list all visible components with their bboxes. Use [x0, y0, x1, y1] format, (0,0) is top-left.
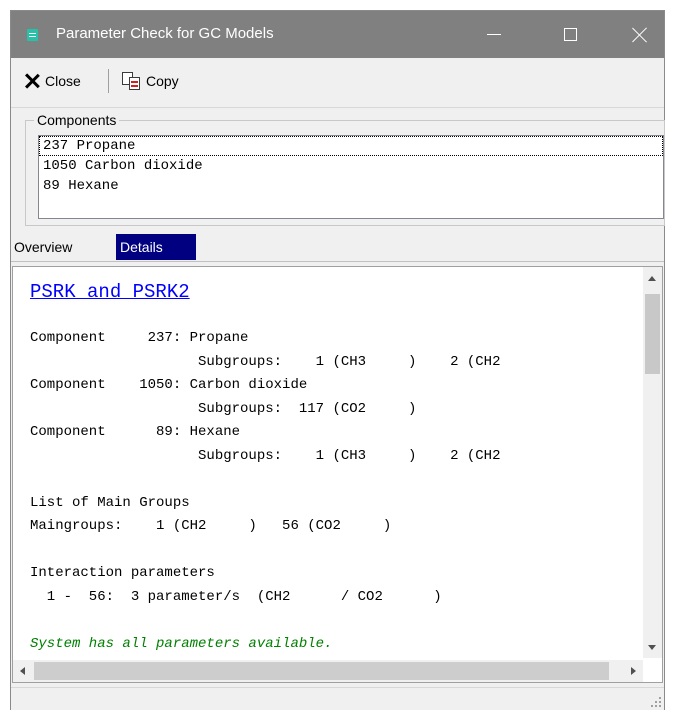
minimize-button[interactable]	[471, 11, 517, 58]
detail-line: 1 - 56: 3 parameter/s (CH2 / CO2 )	[30, 589, 442, 605]
list-item[interactable]: 1050 Carbon dioxide	[39, 156, 663, 176]
maximize-button[interactable]	[547, 11, 593, 58]
x-icon	[24, 73, 40, 89]
detail-line: Maingroups: 1 (CH2 ) 56 (CO2 )	[30, 518, 392, 534]
resize-grip-icon[interactable]	[651, 697, 661, 707]
close-icon	[632, 27, 648, 43]
scroll-down-icon[interactable]	[648, 645, 656, 650]
status-message: System has all parameters available.	[30, 636, 333, 652]
close-button[interactable]: Close	[24, 68, 81, 94]
detail-line: Component 1050: Carbon dioxide	[30, 377, 308, 393]
details-heading: PSRK and PSRK2	[30, 281, 190, 303]
scroll-right-icon[interactable]	[631, 667, 636, 675]
detail-line: Interaction parameters	[30, 565, 215, 581]
detail-line: List of Main Groups	[30, 495, 190, 511]
list-item[interactable]: 237 Propane	[39, 136, 663, 156]
toolbar: Close Copy	[11, 58, 664, 108]
list-item[interactable]: 89 Hexane	[39, 176, 663, 196]
close-button-label: Close	[45, 73, 81, 89]
close-window-button[interactable]	[617, 11, 663, 58]
copy-icon	[122, 72, 142, 90]
tab-overview[interactable]: Overview	[11, 234, 75, 260]
components-legend: Components	[34, 112, 120, 128]
copy-button-label: Copy	[146, 73, 179, 89]
components-list[interactable]: 237 Propane 1050 Carbon dioxide 89 Hexan…	[38, 135, 664, 219]
minimize-icon	[487, 34, 501, 35]
copy-button[interactable]: Copy	[122, 68, 179, 94]
vertical-scrollbar[interactable]	[643, 267, 662, 658]
horizontal-scrollbar[interactable]	[13, 660, 643, 682]
vertical-scroll-thumb[interactable]	[645, 294, 660, 374]
app-window-icon	[27, 29, 38, 41]
detail-line: Subgroups: 1 (CH3 ) 2 (CH2	[30, 448, 501, 464]
detail-line: Subgroups: 1 (CH3 ) 2 (CH2	[30, 354, 501, 370]
scroll-up-icon[interactable]	[648, 276, 656, 281]
title-bar[interactable]: Parameter Check for GC Models	[11, 11, 664, 58]
tab-details[interactable]: Details	[116, 234, 196, 260]
detail-line: Component 89: Hexane	[30, 424, 241, 440]
scroll-left-icon[interactable]	[20, 667, 25, 675]
components-group: Components 237 Propane 1050 Carbon dioxi…	[25, 112, 665, 226]
horizontal-scroll-thumb[interactable]	[34, 662, 609, 680]
parameter-check-window: Parameter Check for GC Models Close Copy…	[10, 10, 665, 710]
status-bar	[11, 687, 664, 710]
details-panel[interactable]: PSRK and PSRK2 Component 237: Propane Su…	[12, 266, 663, 683]
maximize-icon	[563, 28, 577, 41]
toolbar-separator	[108, 69, 109, 93]
window-title: Parameter Check for GC Models	[56, 25, 274, 42]
tab-bar: Overview Details	[11, 232, 664, 262]
detail-line: Component 237: Propane	[30, 330, 249, 346]
detail-line: Subgroups: 117 (CO2 )	[30, 401, 417, 417]
